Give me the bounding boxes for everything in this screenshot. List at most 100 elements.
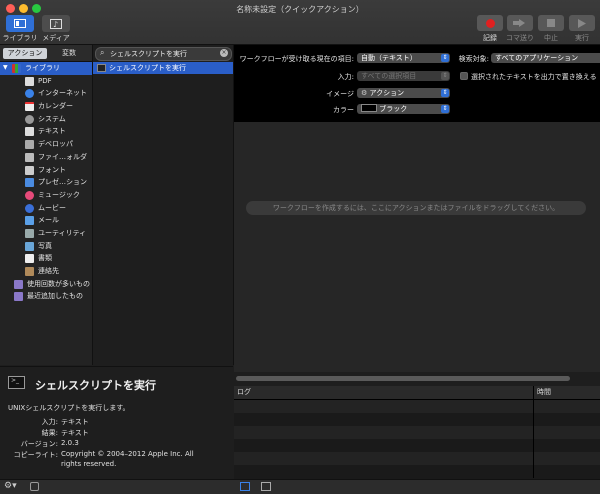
input-value: テキスト (61, 418, 89, 426)
input-label: 入力: (41, 418, 58, 426)
record-label: 記録 (483, 34, 497, 42)
description-toggle-icon[interactable] (30, 482, 39, 491)
stop-label: 中止 (544, 34, 558, 42)
search-input[interactable]: シェルスクリプトを実行 (110, 49, 187, 59)
step-label: コマ送り (506, 34, 534, 42)
text-icon (25, 127, 34, 137)
system-icon (25, 114, 34, 124)
run-button[interactable] (569, 15, 595, 31)
library-item[interactable]: カレンダー (0, 100, 92, 113)
result-label: 結果: (41, 429, 58, 437)
search-in-label: 検索対象: (458, 55, 489, 63)
window-title: 名称未設定（クイックアクション） (236, 5, 364, 14)
time-column-header[interactable]: 時間 (537, 386, 551, 399)
table-row (234, 439, 600, 452)
color-swatch (361, 104, 377, 112)
chevron-updown-icon: ⇕ (441, 72, 449, 80)
tab-variables[interactable]: 変数 (49, 48, 89, 59)
column-divider (533, 386, 534, 399)
document-icon (25, 254, 34, 264)
library-item[interactable]: システム (0, 113, 92, 126)
titlebar: 名称未設定（クイックアクション） ライブラリ ♪ メディア 記録 コマ送り 中止… (0, 0, 600, 45)
gear-icon: ⚙ (361, 89, 368, 97)
library-item[interactable]: 写真 (0, 240, 92, 253)
photo-icon (25, 241, 34, 251)
library-item[interactable]: デベロッパ (0, 138, 92, 151)
description-summary: UNIXシェルスクリプトを実行します。 (8, 404, 130, 412)
library-tabs: アクション 変数 (0, 45, 92, 62)
log-column-header[interactable]: ログ (237, 386, 251, 399)
utility-icon (25, 228, 34, 238)
search-icon: ⌕ (100, 48, 105, 57)
media-label: メディア (42, 34, 70, 42)
version-value: 2.0.3 (61, 439, 79, 447)
pdf-icon (25, 76, 34, 86)
chevron-updown-icon: ⇕ (441, 89, 449, 97)
library-icon (14, 19, 26, 28)
color-select[interactable]: ブラック ⇕ (357, 104, 450, 114)
library-item[interactable]: 連絡先 (0, 265, 92, 278)
receives-label: ワークフローが受け取る現在の項目: (239, 55, 354, 63)
receives-select[interactable]: 自動（テキスト） ⇕ (357, 53, 450, 63)
media-icon: ♪ (50, 18, 62, 29)
contacts-icon (25, 267, 34, 276)
mail-icon (25, 216, 34, 226)
media-button[interactable]: ♪ (42, 15, 70, 32)
library-item[interactable]: プレゼ…ション (0, 176, 92, 189)
table-row (234, 465, 600, 478)
library-item[interactable]: フォント (0, 164, 92, 177)
record-icon (485, 18, 495, 28)
library-item[interactable]: ファイ…ォルダ (0, 151, 92, 164)
stop-button[interactable] (538, 15, 564, 31)
library-item[interactable]: メール (0, 214, 92, 227)
library-toggle-button[interactable] (6, 15, 34, 32)
library-item[interactable]: ムービー (0, 202, 92, 215)
step-icon (513, 19, 525, 27)
library-item[interactable]: 書類 (0, 252, 92, 265)
list-view-icon[interactable] (240, 482, 250, 491)
chevron-updown-icon: ⇕ (441, 105, 449, 113)
color-label: カラー (333, 106, 354, 114)
library-item[interactable]: インターネット (0, 87, 92, 100)
library-item[interactable]: ミュージック (0, 189, 92, 202)
disclosure-triangle-icon[interactable]: ▼ (3, 62, 8, 75)
version-label: バージョン: (20, 440, 58, 448)
library-item[interactable]: ▼ ライブラリ (0, 62, 92, 75)
replace-checkbox[interactable] (460, 72, 468, 80)
library-item[interactable]: 使用回数が多いもの (0, 278, 92, 291)
image-label: イメージ (326, 90, 354, 98)
workflow-canvas[interactable] (234, 122, 600, 372)
action-item[interactable]: シェルスクリプトを実行 (93, 62, 233, 74)
description-pane: >_ シェルスクリプトを実行 UNIXシェルスクリプトを実行します。 入力: テ… (0, 366, 233, 479)
drop-hint: ワークフローを作成するには、ここにアクションまたはファイルをドラッグしてください… (246, 201, 586, 215)
search-field[interactable]: ⌕ シェルスクリプトを実行 × (95, 47, 232, 61)
stop-icon (547, 19, 555, 27)
library-icon (12, 64, 21, 73)
library-item[interactable]: 最近追加したもの (0, 290, 92, 303)
record-button[interactable] (477, 15, 503, 31)
table-row (234, 400, 600, 413)
copyright-line1: Copyright © 2004–2012 Apple Inc. All (61, 450, 194, 458)
search-in-select[interactable]: すべてのアプリケーション (491, 53, 600, 63)
image-select[interactable]: ⚙ アクション ⇕ (357, 88, 450, 98)
table-row (234, 413, 600, 426)
step-button[interactable] (507, 15, 533, 31)
library-item[interactable]: テキスト (0, 125, 92, 138)
gear-menu-icon[interactable]: ⚙▾ (4, 481, 17, 491)
tab-actions[interactable]: アクション (3, 48, 47, 59)
library-item[interactable]: ユーティリティ (0, 227, 92, 240)
chevron-updown-icon: ⇕ (441, 54, 449, 62)
horizontal-scrollbar[interactable] (236, 376, 570, 381)
split-view-icon[interactable] (261, 482, 271, 491)
folder-icon (25, 152, 34, 162)
input-select[interactable]: すべての選択項目 ⇕ (357, 71, 450, 81)
clear-search-icon[interactable]: × (220, 49, 228, 57)
library-item[interactable]: PDF (0, 75, 92, 88)
table-row (234, 452, 600, 465)
font-icon (25, 165, 34, 175)
smart-folder-icon (14, 292, 23, 302)
bottom-bar: ⚙▾ (0, 479, 600, 494)
automator-window: 名称未設定（クイックアクション） ライブラリ ♪ メディア 記録 コマ送り 中止… (0, 0, 600, 494)
music-icon (25, 190, 34, 200)
workflow-config: ワークフローが受け取る現在の項目: 自動（テキスト） ⇕ 検索対象: すべてのアプ… (234, 45, 600, 122)
